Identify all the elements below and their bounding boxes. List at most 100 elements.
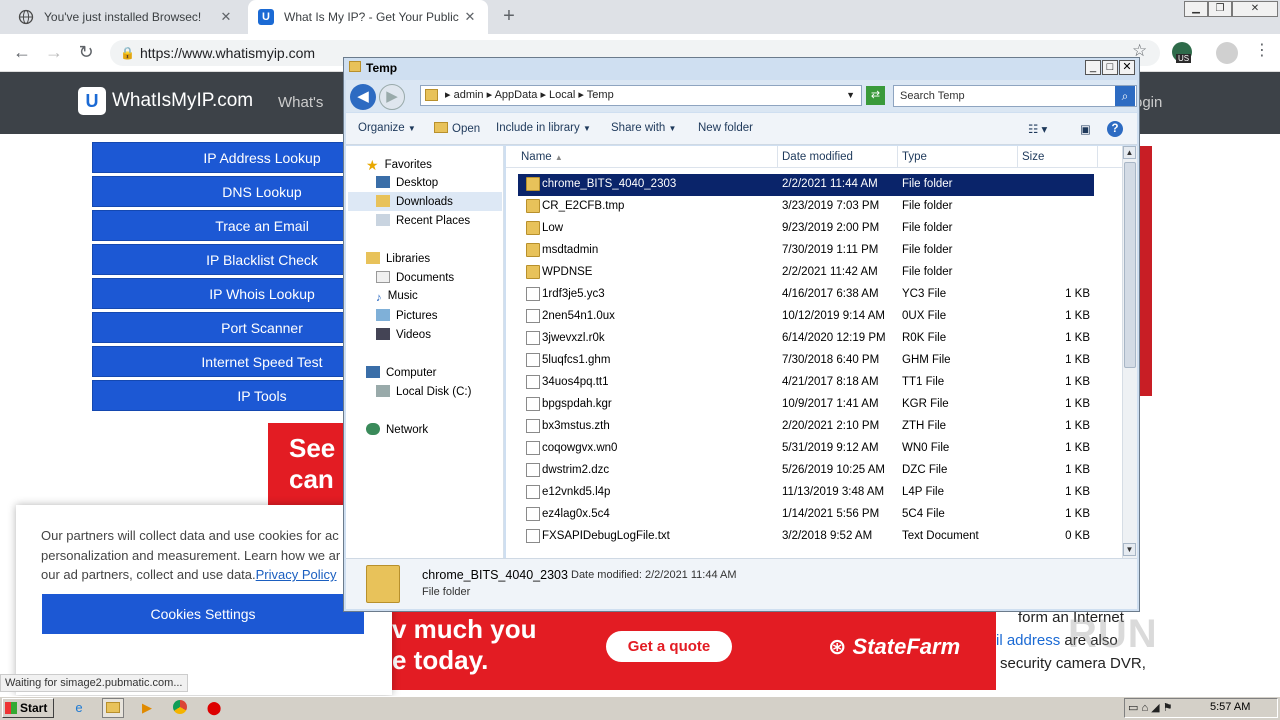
table-row[interactable]: WPDNSE 2/2/2021 11:42 AM File folder [518,262,1094,284]
table-row[interactable]: ez4lag0x.5c4 1/14/2021 5:56 PM 5C4 File 1 K… [518,504,1094,526]
site-nav-whats[interactable]: What's [278,94,323,111]
cookies-settings-button[interactable]: Cookies Settings [42,594,364,634]
forward-arrow-icon[interactable]: → [42,41,66,65]
table-row[interactable]: coqowgvx.wn0 5/31/2019 9:12 AM WN0 File 1 K… [518,438,1094,460]
file-icon [526,309,540,323]
profile-avatar-icon[interactable] [1216,42,1238,64]
nav-music[interactable]: ♪ Music [376,290,418,304]
nav-libraries[interactable]: Libraries [366,252,430,265]
nav-recent-places[interactable]: Recent Places [376,214,470,227]
nav-videos[interactable]: Videos [376,328,431,341]
address-dropdown-icon[interactable]: ▼ [846,86,855,105]
table-row[interactable]: 1rdf3je5.yc3 4/16/2017 6:38 AM YC3 File 1 K… [518,284,1094,306]
back-arrow-icon[interactable]: ← [10,41,34,65]
nav-desktop[interactable]: Desktop [376,176,438,189]
table-row[interactable]: 34uos4pq.tt1 4/21/2017 8:18 AM TT1 File 1 K… [518,372,1094,394]
file-icon [526,463,540,477]
explorer-close-button[interactable]: ✕ [1119,60,1135,75]
tab-whatismyip[interactable]: U What Is My IP? - Get Your Public IP ✕ [248,0,488,34]
tray-icons[interactable]: ▭ ⌂ ◢ ⚑ [1128,701,1173,714]
nav-documents[interactable]: Documents [376,271,454,284]
open-button[interactable]: Open [434,122,480,135]
explorer-taskbar-icon[interactable] [102,698,124,718]
breadcrumb-temp[interactable]: Temp [587,89,614,101]
table-row-partial[interactable] [518,550,1094,558]
table-row[interactable]: 2nen54n1.0ux 10/12/2019 9:14 AM 0UX File 1 … [518,306,1094,328]
column-divider[interactable] [777,146,778,167]
nav-network[interactable]: Network [366,423,428,436]
nav-computer[interactable]: Computer [366,366,437,379]
search-icon[interactable]: ⌕ [1115,86,1135,106]
explorer-search-input[interactable]: Search Temp [893,85,1137,107]
tab-browsec[interactable]: You've just installed Browsec! ✕ [8,0,244,34]
site-logo-text[interactable]: WhatIsMyIP.com [112,90,253,112]
explorer-refresh-icon[interactable]: ⇄ [866,86,885,105]
preview-pane-icon[interactable]: ▣ [1080,122,1091,136]
column-name[interactable]: Name ▲ [521,151,563,163]
column-divider[interactable] [897,146,898,167]
table-row[interactable]: chrome_BITS_4040_2303 2/2/2021 11:44 AM Fi… [518,174,1094,196]
help-icon[interactable]: ? [1107,121,1123,137]
file-type: R0K File [902,332,947,344]
explorer-address-bar[interactable]: ▸ admin ▸ AppData ▸ Local ▸ Temp ▼ [420,85,862,106]
table-row[interactable]: e12vnkd5.l4p 11/13/2019 3:48 AM L4P File 1 … [518,482,1094,504]
file-size: 1 KB [1065,354,1090,366]
new-tab-button[interactable]: + [498,6,520,28]
organize-menu[interactable]: Organize ▼ [358,122,416,134]
close-tab-icon[interactable]: ✕ [218,9,234,25]
file-name: msdtadmin [542,244,599,256]
table-row[interactable]: FXSAPIDebugLogFile.txt 3/2/2018 9:52 AM Te… [518,526,1094,548]
scroll-up-arrow-icon[interactable]: ▲ [1123,146,1136,159]
get-quote-button[interactable]: Get a quote [606,631,732,662]
table-row[interactable]: CR_E2CFB.tmp 3/23/2019 7:03 PM File folder [518,196,1094,218]
nav-local-disk[interactable]: Local Disk (C:) [376,385,471,398]
nav-favorites[interactable]: ★ Favorites [366,157,432,173]
table-row[interactable]: Low 9/23/2019 2:00 PM File folder [518,218,1094,240]
explorer-forward-icon[interactable]: ▶ [379,84,405,110]
minimize-button[interactable]: ▁ [1184,1,1208,17]
table-row[interactable]: dwstrim2.dzc 5/26/2019 10:25 AM DZC File 1 … [518,460,1094,482]
internet-explorer-icon[interactable]: e [68,698,90,718]
scroll-down-arrow-icon[interactable]: ▼ [1123,543,1136,556]
ad-side-strip[interactable] [1140,146,1152,396]
nav-pictures[interactable]: Pictures [376,309,438,322]
file-icon [526,529,540,543]
change-view-icon[interactable]: ☷ ▾ [1028,122,1047,136]
include-in-library-menu[interactable]: Include in library ▼ [496,122,591,134]
scrollbar-thumb[interactable] [1124,162,1136,368]
column-type[interactable]: Type [902,151,927,163]
site-logo-icon[interactable]: U [78,87,106,115]
table-row[interactable]: bpgspdah.kgr 10/9/2017 1:41 AM KGR File 1 K… [518,394,1094,416]
explorer-minimize-button[interactable]: _ [1085,60,1101,75]
maximize-button[interactable]: ❐ [1208,1,1232,17]
menu-dots-icon[interactable]: ⋮ [1254,40,1270,60]
media-player-icon[interactable]: ▶ [136,698,158,718]
breadcrumb-admin[interactable]: admin [454,89,484,101]
privacy-policy-link[interactable]: Privacy Policy [256,567,337,582]
breadcrumb-local[interactable]: Local [549,89,575,101]
table-row[interactable]: bx3mstus.zth 2/20/2021 2:10 PM ZTH File 1 K… [518,416,1094,438]
file-type: File folder [902,200,953,212]
table-row[interactable]: msdtadmin 7/30/2019 1:11 PM File folder [518,240,1094,262]
nav-downloads[interactable]: Downloads [376,195,453,208]
share-with-menu[interactable]: Share with ▼ [611,122,676,134]
file-date: 7/30/2018 6:40 PM [782,354,880,366]
column-date-modified[interactable]: Date modified [782,151,853,163]
column-divider[interactable] [1097,146,1098,167]
article-link[interactable]: il address [996,632,1060,649]
close-tab-icon[interactable]: ✕ [462,9,478,25]
table-row[interactable]: 5luqfcs1.ghm 7/30/2018 6:40 PM GHM File 1 K… [518,350,1094,372]
reload-icon[interactable]: ↻ [74,41,98,65]
column-size[interactable]: Size [1022,151,1044,163]
close-window-button[interactable]: ✕ [1232,1,1278,17]
file-size: 1 KB [1065,310,1090,322]
table-row[interactable]: 3jwevxzl.r0k 6/14/2020 12:19 PM R0K File 1 … [518,328,1094,350]
warning-stop-icon[interactable]: ⬤ [203,698,225,718]
breadcrumb-appdata[interactable]: AppData [495,89,538,101]
ad-banner-top[interactable]: See can [268,423,348,513]
new-folder-button[interactable]: New folder [698,122,753,134]
chrome-icon[interactable] [169,698,191,718]
explorer-maximize-button[interactable]: □ [1102,60,1118,75]
explorer-back-icon[interactable]: ◀ [350,84,376,110]
column-divider[interactable] [1017,146,1018,167]
